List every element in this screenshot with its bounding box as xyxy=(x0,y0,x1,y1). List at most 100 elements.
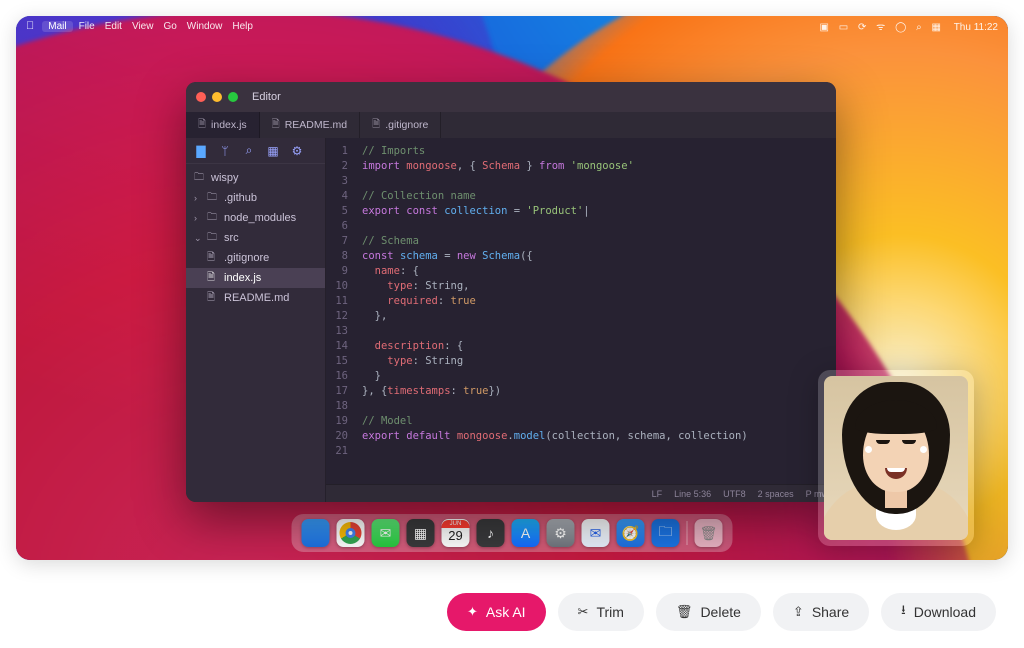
dock-appstore[interactable]: A xyxy=(512,519,540,547)
macos-menubar:  Mail File Edit View Go Window Help ▣ ▭… xyxy=(16,16,1008,36)
menu-view[interactable]: View xyxy=(132,21,154,32)
tree-label: README.md xyxy=(224,292,289,304)
tree-file-gitignore[interactable]: 🗎 .gitignore xyxy=(186,248,325,268)
code-lines: // Importsimport mongoose, { Schema } fr… xyxy=(354,138,756,484)
menu-window[interactable]: Window xyxy=(187,21,223,32)
file-icon: 🗎 xyxy=(207,250,219,267)
dock-safari[interactable]: 🧭 xyxy=(617,519,645,547)
apple-menu-icon[interactable]:  xyxy=(26,20,34,32)
share-icon: ⇪ xyxy=(793,604,804,620)
tree-file-index-js[interactable]: 🗎 index.js xyxy=(186,268,325,288)
folder-icon: 🗀 xyxy=(207,210,219,227)
folder-icon: 🗀 xyxy=(207,230,219,247)
dock-finder[interactable] xyxy=(302,519,330,547)
status-control-icon[interactable]: ▦ xyxy=(931,22,940,33)
tree-file-readme[interactable]: 🗎 README.md xyxy=(186,288,325,308)
status-search-icon[interactable]: ⌕ xyxy=(916,22,922,33)
button-label: Share xyxy=(812,604,849,620)
status-toggle-icon[interactable]: ⟳ xyxy=(858,22,866,33)
webcam-overlay[interactable] xyxy=(818,370,974,546)
macos-dock: ✉ ▦ JUN29 ♪ A ⚙ ✉ 🧭 🗀 🗑 xyxy=(292,514,733,552)
status-enc[interactable]: UTF8 xyxy=(723,489,746,499)
dock-mail[interactable]: ✉ xyxy=(582,519,610,547)
tree-label: wispy xyxy=(211,172,239,184)
tree-folder-node-modules[interactable]: › 🗀 node_modules xyxy=(186,208,325,228)
tab-index-js[interactable]: 🗎index.js xyxy=(186,112,260,138)
status-lf[interactable]: LF xyxy=(652,489,663,499)
status-shield-icon[interactable]: ▣ xyxy=(820,22,829,33)
calendar-day: 29 xyxy=(448,528,462,543)
search-icon[interactable]: ⌕ xyxy=(242,143,256,158)
window-title: Editor xyxy=(252,91,281,103)
status-battery-icon[interactable]: ▭ xyxy=(839,22,848,33)
file-tree-sidebar: ▇ ᛘ ⌕ ▦ ⚙ 🗀 wispy › 🗀 .github › 🗀 node_module… xyxy=(186,138,326,502)
folder-icon: 🗀 xyxy=(207,190,219,207)
dock-chrome[interactable] xyxy=(337,519,365,547)
menubar-clock[interactable]: Thu 11:22 xyxy=(954,22,998,33)
dock-settings[interactable]: ⚙ xyxy=(547,519,575,547)
webcam-video xyxy=(824,376,968,540)
tree-root[interactable]: 🗀 wispy xyxy=(186,168,325,188)
menubar-app-name[interactable]: Mail xyxy=(42,21,72,32)
download-button[interactable]: ⭳ Download xyxy=(881,593,996,631)
tree-label: .github xyxy=(224,192,257,204)
close-icon[interactable] xyxy=(196,92,206,102)
folder-icon: 🗀 xyxy=(194,170,206,187)
button-label: Trim xyxy=(596,604,623,620)
editor-tabs: 🗎index.js 🗎 README.md 🗎 .gitignore xyxy=(186,112,836,138)
dock-terminal[interactable]: ♪ xyxy=(477,519,505,547)
tab-readme[interactable]: 🗎 README.md xyxy=(260,112,360,138)
minimize-icon[interactable] xyxy=(212,92,222,102)
extensions-icon[interactable]: ▦ xyxy=(266,144,280,158)
trim-button[interactable]: ✂Trim xyxy=(558,593,644,631)
window-titlebar[interactable]: Editor xyxy=(186,82,836,112)
download-icon: ⭳ xyxy=(901,601,906,623)
dock-files[interactable]: 🗀 xyxy=(652,519,680,547)
chevron-down-icon: ⌄ xyxy=(194,233,202,244)
code-editor[interactable]: 123456789101112131415161718192021 // Imp… xyxy=(326,138,836,484)
dock-calendar[interactable]: JUN29 xyxy=(442,519,470,547)
calendar-month: JUN xyxy=(442,520,470,528)
file-icon: 🗎 xyxy=(198,117,206,134)
tree-label: node_modules xyxy=(224,212,296,224)
status-user-icon[interactable]: ◯ xyxy=(895,22,906,33)
menu-help[interactable]: Help xyxy=(232,21,253,32)
tree-folder-github[interactable]: ›🗀.github xyxy=(186,188,325,208)
dock-trash[interactable]: 🗑 xyxy=(695,519,723,547)
delete-button[interactable]: 🗑Delete xyxy=(656,593,761,631)
file-icon: 🗎 xyxy=(372,117,380,134)
desktop:  Mail File Edit View Go Window Help ▣ ▭… xyxy=(16,16,1008,560)
line-gutter: 123456789101112131415161718192021 xyxy=(326,138,354,484)
tab-label: .gitignore xyxy=(385,119,428,131)
tree-label: index.js xyxy=(224,272,261,284)
editor-statusbar: LF Line 5:36 UTF8 2 spaces P mw xyxy=(326,484,836,502)
file-icon: 🗎 xyxy=(272,117,280,134)
dock-calculator[interactable]: ▦ xyxy=(407,519,435,547)
menu-go[interactable]: Go xyxy=(163,21,176,32)
status-wifi-icon[interactable]: ᯤ xyxy=(876,19,885,33)
zoom-icon[interactable] xyxy=(228,92,238,102)
dock-divider xyxy=(687,521,688,545)
menu-edit[interactable]: Edit xyxy=(105,21,122,32)
branch-icon[interactable]: ᛘ xyxy=(218,144,232,158)
dock-messages[interactable]: ✉ xyxy=(372,519,400,547)
share-button[interactable]: ⇪ Share xyxy=(773,593,869,631)
status-indent[interactable]: 2 spaces xyxy=(758,489,794,499)
file-icon: 🗎 xyxy=(207,270,219,287)
sparkle-icon: ✦ xyxy=(467,604,478,620)
trash-icon: 🗑 xyxy=(676,604,693,620)
chevron-right-icon: › xyxy=(194,213,202,223)
recorder-action-bar: ✦Ask AI ✂Trim 🗑Delete ⇪ Share ⭳ Download xyxy=(0,576,1024,648)
tab-gitignore[interactable]: 🗎 .gitignore xyxy=(360,112,441,138)
menu-file[interactable]: File xyxy=(79,21,95,32)
tree-label: src xyxy=(224,232,239,244)
file-icon: 🗎 xyxy=(207,290,219,307)
folder-icon[interactable]: ▇ xyxy=(194,144,208,158)
button-label: Download xyxy=(914,604,976,620)
tree-label: .gitignore xyxy=(224,252,269,264)
tree-folder-src[interactable]: ⌄ 🗀 src xyxy=(186,228,325,248)
gear-icon[interactable]: ⚙ xyxy=(290,144,304,158)
ask-ai-button[interactable]: ✦Ask AI xyxy=(447,593,546,631)
tab-label: README.md xyxy=(285,119,347,131)
status-cursor[interactable]: Line 5:36 xyxy=(674,489,711,499)
